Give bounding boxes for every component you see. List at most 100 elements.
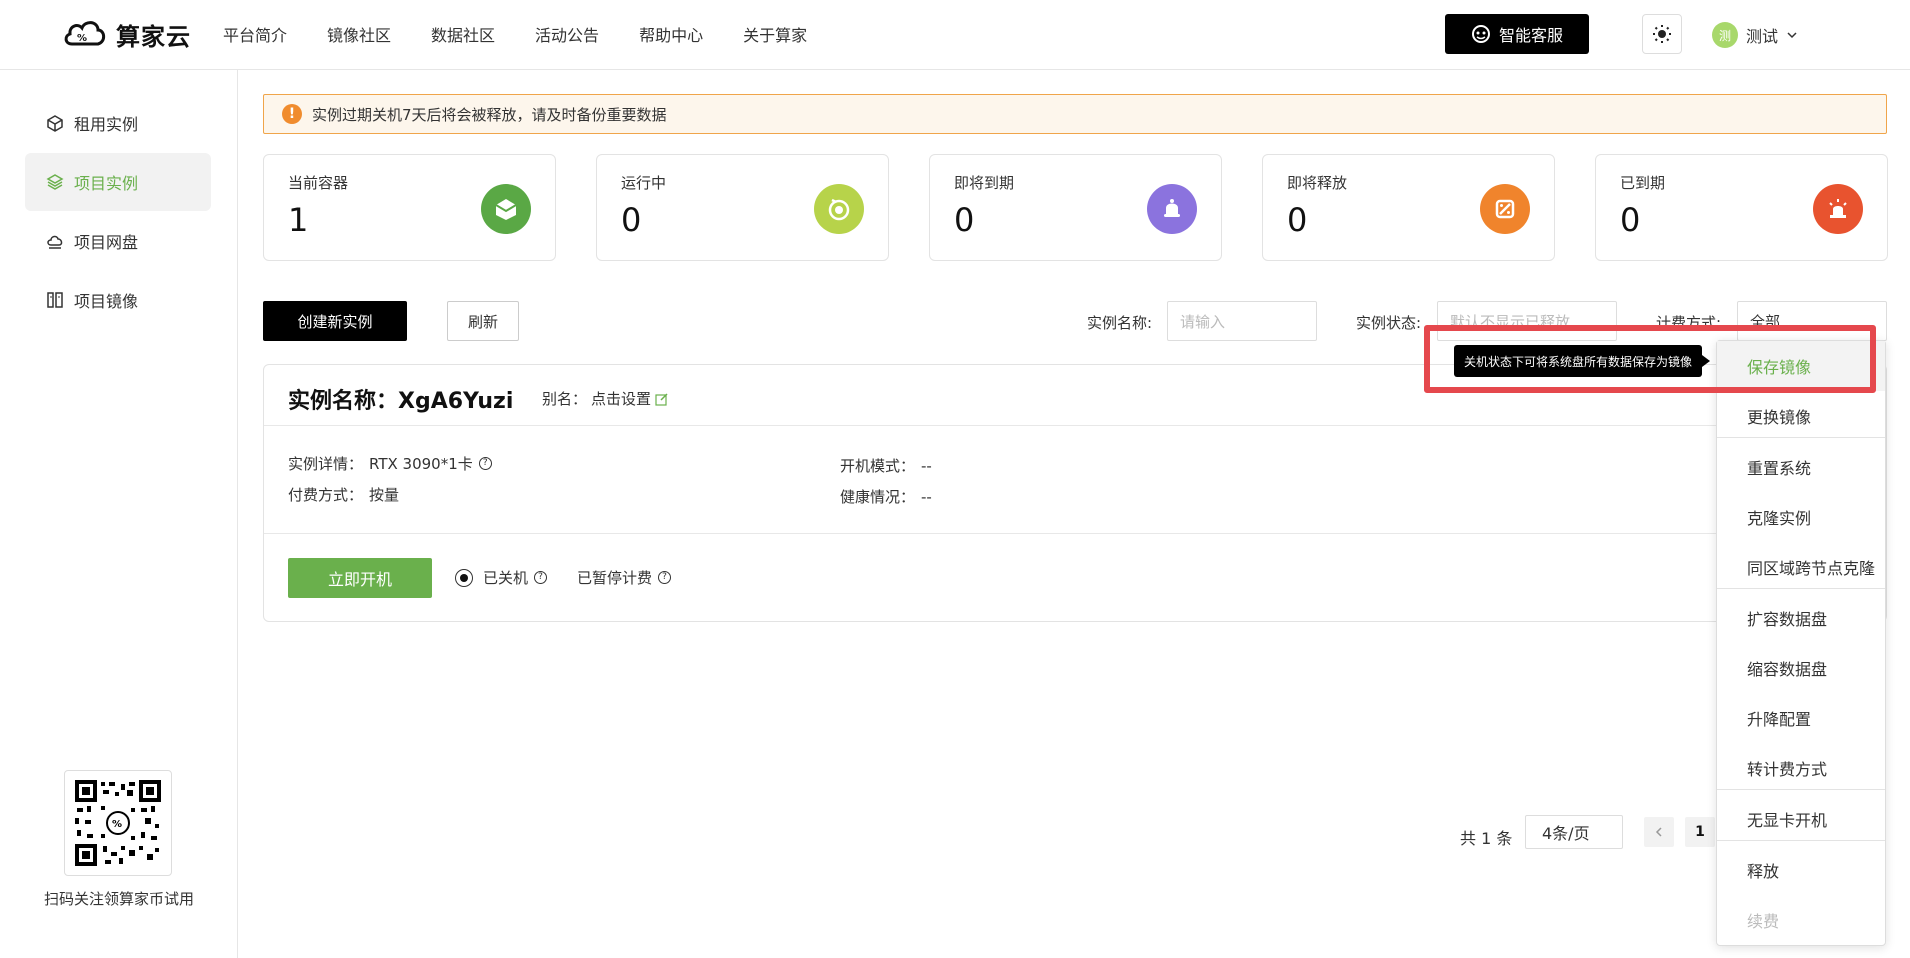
status-radio-icon [455, 568, 473, 587]
divider [264, 425, 1886, 426]
instance-health: 健康情况： -- [840, 486, 932, 507]
top-header: % 算家云 平台简介 镜像社区 数据社区 活动公告 帮助中心 关于算家 智能客服… [0, 0, 1910, 70]
page-number[interactable]: 1 [1685, 817, 1715, 847]
menu-item-cross-node-clone[interactable]: 同区域跨节点克隆 [1717, 542, 1885, 592]
menu-item-release[interactable]: 释放 [1717, 845, 1885, 895]
stat-value: 0 [621, 201, 642, 239]
billing-text: 已暂停计费 [577, 569, 653, 587]
sidebar-item-label: 项目网盘 [74, 233, 139, 252]
sidebar-item-project-instance[interactable]: 项目实例 [25, 153, 211, 211]
help-icon[interactable]: ? [534, 571, 548, 584]
edit-icon[interactable] [655, 392, 669, 406]
menu-item-expand-disk[interactable]: 扩容数据盘 [1717, 593, 1885, 643]
refresh-button[interactable]: 刷新 [447, 301, 519, 341]
stat-card-running: 运行中 0 [596, 154, 889, 261]
menu-item-boot-no-gpu[interactable]: 无显卡开机 [1717, 794, 1885, 844]
cloud-disk-icon [47, 235, 63, 249]
menu-item-renew[interactable]: 续费 [1717, 895, 1885, 945]
billing-method-select[interactable]: 全部 [1737, 301, 1887, 341]
menu-item-change-billing[interactable]: 转计费方式 [1717, 743, 1885, 793]
stat-label: 已到期 [1620, 174, 1666, 192]
instance-card: 实例名称：XgA6Yuzi 别名： 点击设置 实例详情： RTX 3090*1卡?… [263, 364, 1887, 622]
main-nav: 平台简介 镜像社区 数据社区 活动公告 帮助中心 关于算家 [223, 22, 847, 46]
instance-pay-mode: 付费方式： 按量 [288, 484, 399, 505]
bell-icon [1147, 184, 1197, 234]
pay-value: 按量 [369, 486, 400, 504]
qr-caption: 扫码关注领算家币试用 [43, 890, 194, 908]
menu-item-shrink-disk[interactable]: 缩容数据盘 [1717, 643, 1885, 693]
nav-item-intro[interactable]: 平台简介 [223, 22, 287, 46]
smart-service-button[interactable]: 智能客服 [1445, 14, 1589, 54]
stat-value: 0 [1620, 201, 1641, 239]
start-now-button[interactable]: 立即开机 [288, 558, 432, 598]
menu-divider [1717, 789, 1885, 790]
user-name: 测试 [1746, 27, 1779, 46]
power-status: 已关机 ? [455, 567, 548, 588]
boot-value: -- [921, 456, 932, 475]
expiry-alert: ! 实例过期关机7天后将会被释放，请及时备份重要数据 [263, 94, 1887, 134]
menu-divider [1717, 588, 1885, 589]
brand-name: 算家云 [116, 22, 191, 51]
cloud-logo-icon: % [64, 21, 106, 46]
robot-icon [1471, 25, 1490, 43]
menu-item-clone-instance[interactable]: 克隆实例 [1717, 492, 1885, 542]
alert-text: 实例过期关机7天后将会被释放，请及时备份重要数据 [312, 105, 667, 124]
qr-code: % [64, 770, 172, 876]
sidebar-item-project-disk[interactable]: 项目网盘 [25, 212, 211, 270]
svg-text:%: % [112, 819, 122, 830]
warning-icon: ! [282, 104, 302, 124]
container-icon [481, 184, 531, 234]
sidebar-item-rent-instance[interactable]: 租用实例 [25, 94, 211, 152]
page-size-select[interactable]: 4条/页 [1525, 815, 1623, 849]
chevron-left-icon [1655, 827, 1662, 837]
menu-item-reset-system[interactable]: 重置系统 [1717, 442, 1885, 492]
sun-icon [1653, 25, 1671, 43]
stat-card-current: 当前容器 1 [263, 154, 556, 261]
nav-item-data[interactable]: 数据社区 [431, 22, 495, 46]
page-size-value: 4条/页 [1542, 824, 1590, 843]
detail-label: 实例详情： [288, 455, 364, 473]
user-menu[interactable]: 测 测试 [1712, 22, 1798, 48]
image-stack-icon [47, 292, 63, 308]
sidebar-item-label: 项目镜像 [74, 292, 139, 311]
stat-label: 即将到期 [954, 174, 1015, 192]
prev-page-button[interactable] [1644, 817, 1674, 847]
stat-card-expired: 已到期 0 [1595, 154, 1888, 261]
nav-item-images[interactable]: 镜像社区 [327, 22, 391, 46]
status-text: 已关机 [483, 569, 529, 587]
menu-item-change-config[interactable]: 升降配置 [1717, 693, 1885, 743]
help-icon[interactable]: ? [478, 457, 492, 470]
instance-status-select[interactable]: 默认不显示已释放 [1437, 301, 1617, 341]
brand-logo[interactable]: % 算家云 [62, 14, 191, 54]
nav-item-events[interactable]: 活动公告 [535, 22, 599, 46]
help-icon[interactable]: ? [658, 571, 672, 584]
menu-item-save-image[interactable]: 保存镜像 [1717, 341, 1885, 391]
pay-label: 付费方式： [288, 486, 364, 504]
stat-label: 即将释放 [1287, 174, 1348, 192]
nav-item-help[interactable]: 帮助中心 [639, 22, 703, 46]
theme-toggle-button[interactable] [1642, 14, 1682, 54]
menu-divider [1717, 840, 1885, 841]
save-image-tooltip: 关机状态下可将系统盘所有数据保存为镜像 [1454, 345, 1710, 377]
alarm-light-icon [1813, 184, 1863, 234]
smart-service-label: 智能客服 [1498, 26, 1563, 45]
stat-value: 0 [1287, 201, 1308, 239]
avatar: 测 [1712, 22, 1738, 48]
sidebar-item-project-image[interactable]: 项目镜像 [25, 271, 211, 329]
sidebar-item-label: 项目实例 [74, 174, 139, 193]
menu-item-change-image[interactable]: 更换镜像 [1717, 391, 1885, 441]
health-label: 健康情况： [840, 488, 916, 506]
cube-icon [47, 115, 63, 132]
boot-label: 开机模式： [840, 457, 916, 475]
create-instance-button[interactable]: 创建新实例 [263, 301, 407, 341]
instance-boot-mode: 开机模式： -- [840, 455, 932, 476]
qr-code-icon: % [75, 780, 161, 866]
instance-name-input[interactable]: 请输入 [1167, 301, 1317, 341]
nav-item-about[interactable]: 关于算家 [743, 22, 807, 46]
instance-name-label: 实例名称: [1087, 314, 1153, 332]
stat-value: 0 [954, 201, 975, 239]
stat-label: 当前容器 [288, 174, 349, 192]
alias-set-link[interactable]: 点击设置 [591, 388, 651, 409]
svg-text:%: % [77, 33, 87, 44]
stat-card-expiring: 即将到期 0 [929, 154, 1222, 261]
